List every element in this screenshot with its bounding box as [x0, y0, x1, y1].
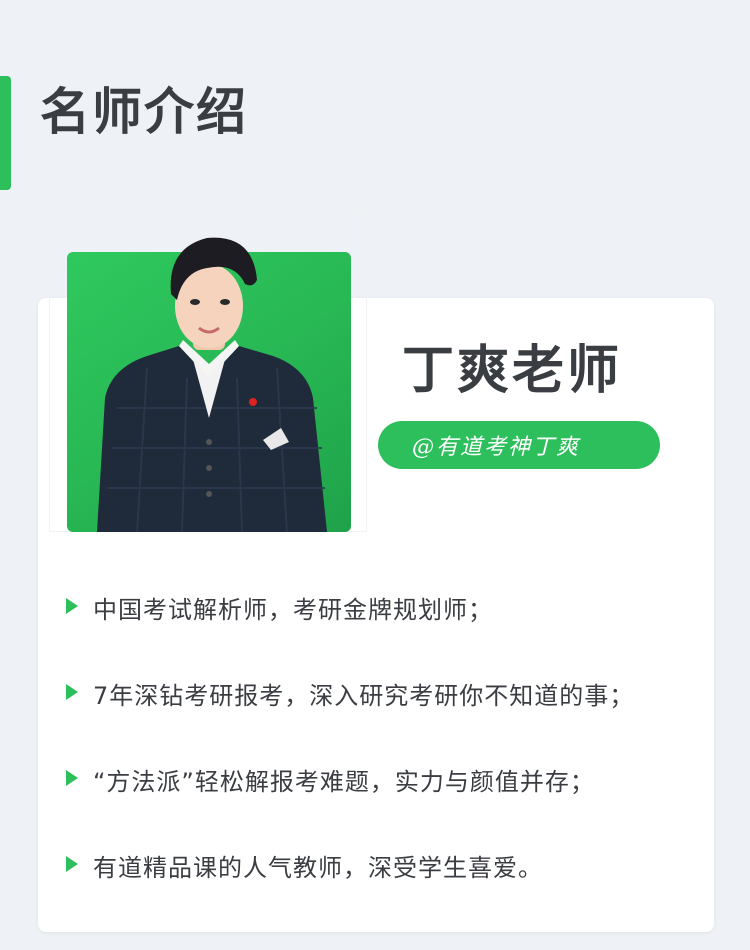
section-accent-bar — [0, 76, 11, 190]
teacher-handle-badge: @有道考神丁爽 — [378, 421, 660, 469]
bullet-text: 有道精品课的人气教师，深受学生喜爱。 — [93, 854, 543, 882]
bullet-text: 中国考试解析师，考研金牌规划师； — [93, 596, 493, 624]
play-triangle-icon — [66, 770, 78, 786]
teacher-name: 丁爽老师 — [402, 341, 623, 401]
play-triangle-icon — [66, 856, 78, 872]
section-title: 名师介绍 — [40, 83, 248, 141]
teacher-portrait — [97, 237, 327, 532]
play-triangle-icon — [66, 598, 78, 614]
bullet-text: “方法派”轻松解报考难题，实力与颜值并存； — [93, 768, 595, 796]
play-triangle-icon — [66, 684, 78, 700]
bullet-text: 7年深钻考研报考，深入研究考研你不知道的事； — [93, 682, 635, 710]
